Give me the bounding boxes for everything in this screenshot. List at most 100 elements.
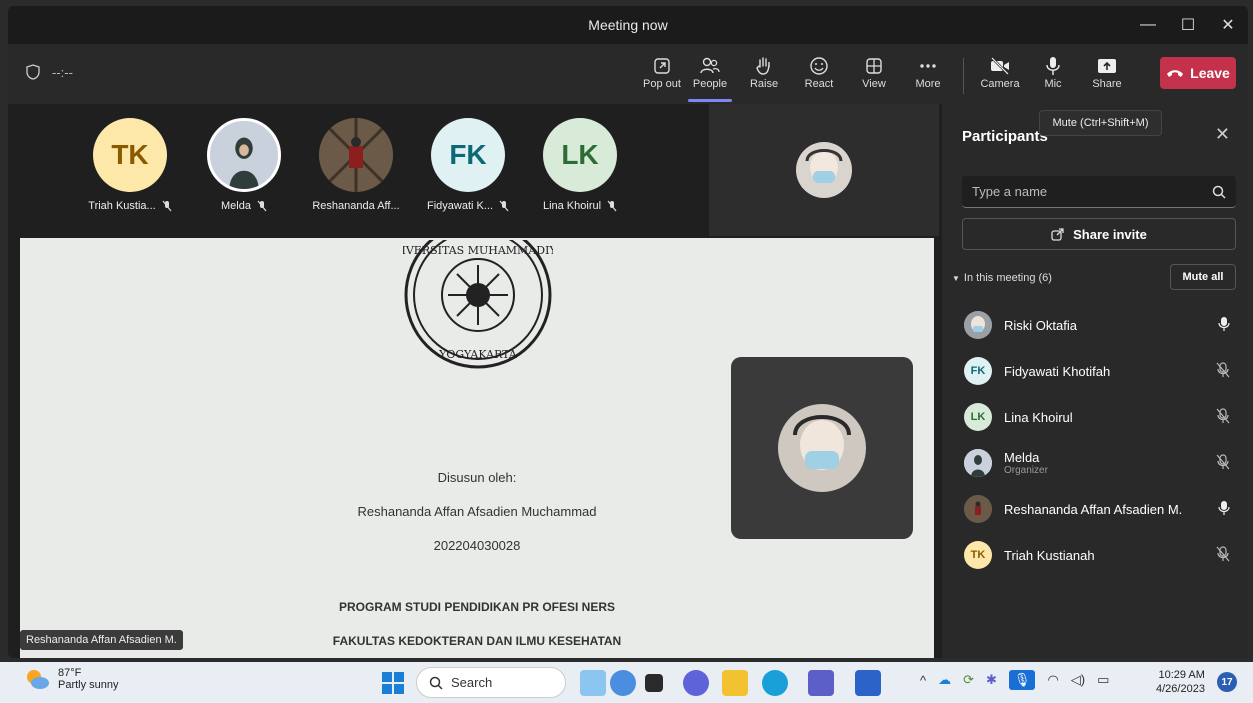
task-view-icon[interactable] <box>645 674 663 692</box>
avatar-photo <box>207 118 281 192</box>
people-button[interactable]: People <box>686 54 734 102</box>
share-icon <box>1098 59 1116 73</box>
weather-temp: 87°F <box>58 667 82 679</box>
mic-on-icon <box>1218 501 1230 515</box>
view-label: View <box>862 78 886 90</box>
widgets-app-icon[interactable] <box>580 670 606 696</box>
meeting-stage: TK Triah Kustia... Melda Reshananda Aff.… <box>8 104 942 658</box>
more-button[interactable]: More <box>904 54 952 98</box>
participant-row[interactable]: Melda Organizer <box>942 440 1248 486</box>
share-invite-button[interactable]: Share invite <box>962 218 1236 250</box>
participant-row[interactable]: FK Fidyawati Khotifah <box>942 348 1248 394</box>
person-photo-icon <box>210 121 278 189</box>
avatar-photo <box>964 449 992 477</box>
in-meeting-section-toggle[interactable]: ▼ In this meeting (6) <box>952 272 1052 284</box>
volume-icon[interactable]: ◁) <box>1071 672 1085 688</box>
self-video-tile[interactable] <box>709 104 939 236</box>
share-button[interactable]: Share <box>1083 54 1131 98</box>
people-label: People <box>692 78 728 90</box>
search-label: Search <box>451 675 493 690</box>
webcam-person-icon <box>778 404 866 492</box>
maximize-button[interactable]: ☐ <box>1168 6 1208 44</box>
person-photo-icon <box>964 449 992 477</box>
avatar-photo <box>964 311 992 339</box>
gallery-tile[interactable]: Melda <box>194 118 294 212</box>
participant-search-input[interactable]: Type a name <box>962 176 1236 208</box>
share-label: Share <box>1092 78 1122 90</box>
participant-list: Riski Oktafia FK Fidyawati Khotifah LK L… <box>942 302 1248 578</box>
people-icon <box>700 57 720 74</box>
weather-desc: Partly sunny <box>58 679 119 691</box>
avatar: TK <box>93 118 167 192</box>
popout-button[interactable]: Pop out <box>638 54 686 98</box>
close-panel-icon[interactable]: ✕ <box>1215 124 1230 145</box>
edge-browser-icon[interactable] <box>762 670 788 696</box>
avatar: LK <box>543 118 617 192</box>
weather-widget[interactable]: 87°F Partly sunny <box>24 667 119 691</box>
popout-icon <box>654 58 670 74</box>
person-photo-icon <box>319 118 393 192</box>
participant-row[interactable]: TK Triah Kustianah <box>942 532 1248 578</box>
word-app-icon[interactable] <box>855 670 881 696</box>
teams-app-icon[interactable] <box>808 670 834 696</box>
search-icon <box>429 676 443 690</box>
raise-label: Raise <box>749 78 779 90</box>
onedrive-icon[interactable]: ☁ <box>938 672 951 688</box>
system-tray: ^ ☁ ⟳ ✱ 🎙 ◠ ◁) ▭ <box>920 670 1109 690</box>
meeting-timer: --:-- <box>26 64 73 80</box>
mic-button[interactable]: Mic <box>1029 54 1077 98</box>
start-button[interactable] <box>382 672 404 694</box>
person-photo-icon <box>964 311 992 339</box>
gallery-tile[interactable]: LK Lina Khoirul <box>530 118 630 212</box>
invite-label: Share invite <box>1073 226 1147 242</box>
wifi-icon[interactable]: ◠ <box>1047 672 1058 688</box>
timer-text: --:-- <box>52 64 73 80</box>
windows-taskbar: 87°F Partly sunny Search ^ ☁ ⟳ ✱ 🎙 ◠ ◁) … <box>0 662 1253 703</box>
mute-tooltip: Mute (Ctrl+Shift+M) <box>1039 110 1162 136</box>
title-bar: Meeting now — ☐ ✕ <box>8 6 1248 44</box>
chevron-up-icon[interactable]: ^ <box>920 673 926 688</box>
notification-badge[interactable]: 17 <box>1217 672 1237 692</box>
mute-all-button[interactable]: Mute all <box>1170 264 1236 290</box>
file-explorer-icon[interactable] <box>722 670 748 696</box>
gallery-tile[interactable]: Reshananda Aff... <box>306 118 406 212</box>
view-icon <box>866 58 882 74</box>
participant-role: Organizer <box>1004 465 1048 476</box>
react-icon <box>810 57 828 75</box>
battery-icon[interactable]: ▭ <box>1097 672 1109 688</box>
share-invite-icon <box>1051 228 1064 241</box>
participant-gallery: TK Triah Kustia... Melda Reshananda Aff.… <box>8 104 708 236</box>
teams-tray-icon[interactable]: ✱ <box>986 672 997 688</box>
mic-tray-icon[interactable]: 🎙 <box>1008 670 1036 690</box>
participant-row[interactable]: LK Lina Khoirul <box>942 394 1248 440</box>
minimize-button[interactable]: — <box>1128 6 1168 44</box>
popout-label: Pop out <box>643 78 681 90</box>
avatar-photo <box>964 495 992 523</box>
react-label: React <box>804 78 834 90</box>
windows-logo-icon <box>382 672 392 682</box>
floating-video[interactable] <box>731 357 913 539</box>
participant-row[interactable]: Riski Oktafia <box>942 302 1248 348</box>
copilot-app-icon[interactable] <box>610 670 636 696</box>
camera-button[interactable]: Camera <box>976 54 1024 98</box>
chat-app-icon[interactable] <box>683 670 709 696</box>
participants-panel: Participants ✕ Type a name Share invite … <box>942 104 1248 658</box>
taskbar-search[interactable]: Search <box>416 667 566 698</box>
gallery-tile[interactable]: TK Triah Kustia... <box>80 118 180 212</box>
system-clock[interactable]: 10:29 AM 4/26/2023 <box>1156 668 1205 696</box>
react-button[interactable]: React <box>795 54 843 98</box>
tile-name: Triah Kustia... <box>88 200 156 212</box>
close-window-button[interactable]: ✕ <box>1208 6 1248 44</box>
sync-icon[interactable]: ⟳ <box>963 672 974 688</box>
mic-muted-icon <box>257 200 267 212</box>
search-icon <box>1212 185 1226 199</box>
participant-name: Fidyawati Khotifah <box>1004 363 1111 379</box>
mic-muted-icon <box>499 200 509 212</box>
raise-hand-button[interactable]: Raise <box>740 54 788 98</box>
mic-muted-icon <box>162 200 172 212</box>
participant-row[interactable]: Reshananda Affan Afsadien M. <box>942 486 1248 532</box>
view-button[interactable]: View <box>850 54 898 98</box>
gallery-tile[interactable]: FK Fidyawati K... <box>418 118 518 212</box>
leave-button[interactable]: Leave <box>1160 57 1236 89</box>
clock-date: 4/26/2023 <box>1156 683 1205 695</box>
